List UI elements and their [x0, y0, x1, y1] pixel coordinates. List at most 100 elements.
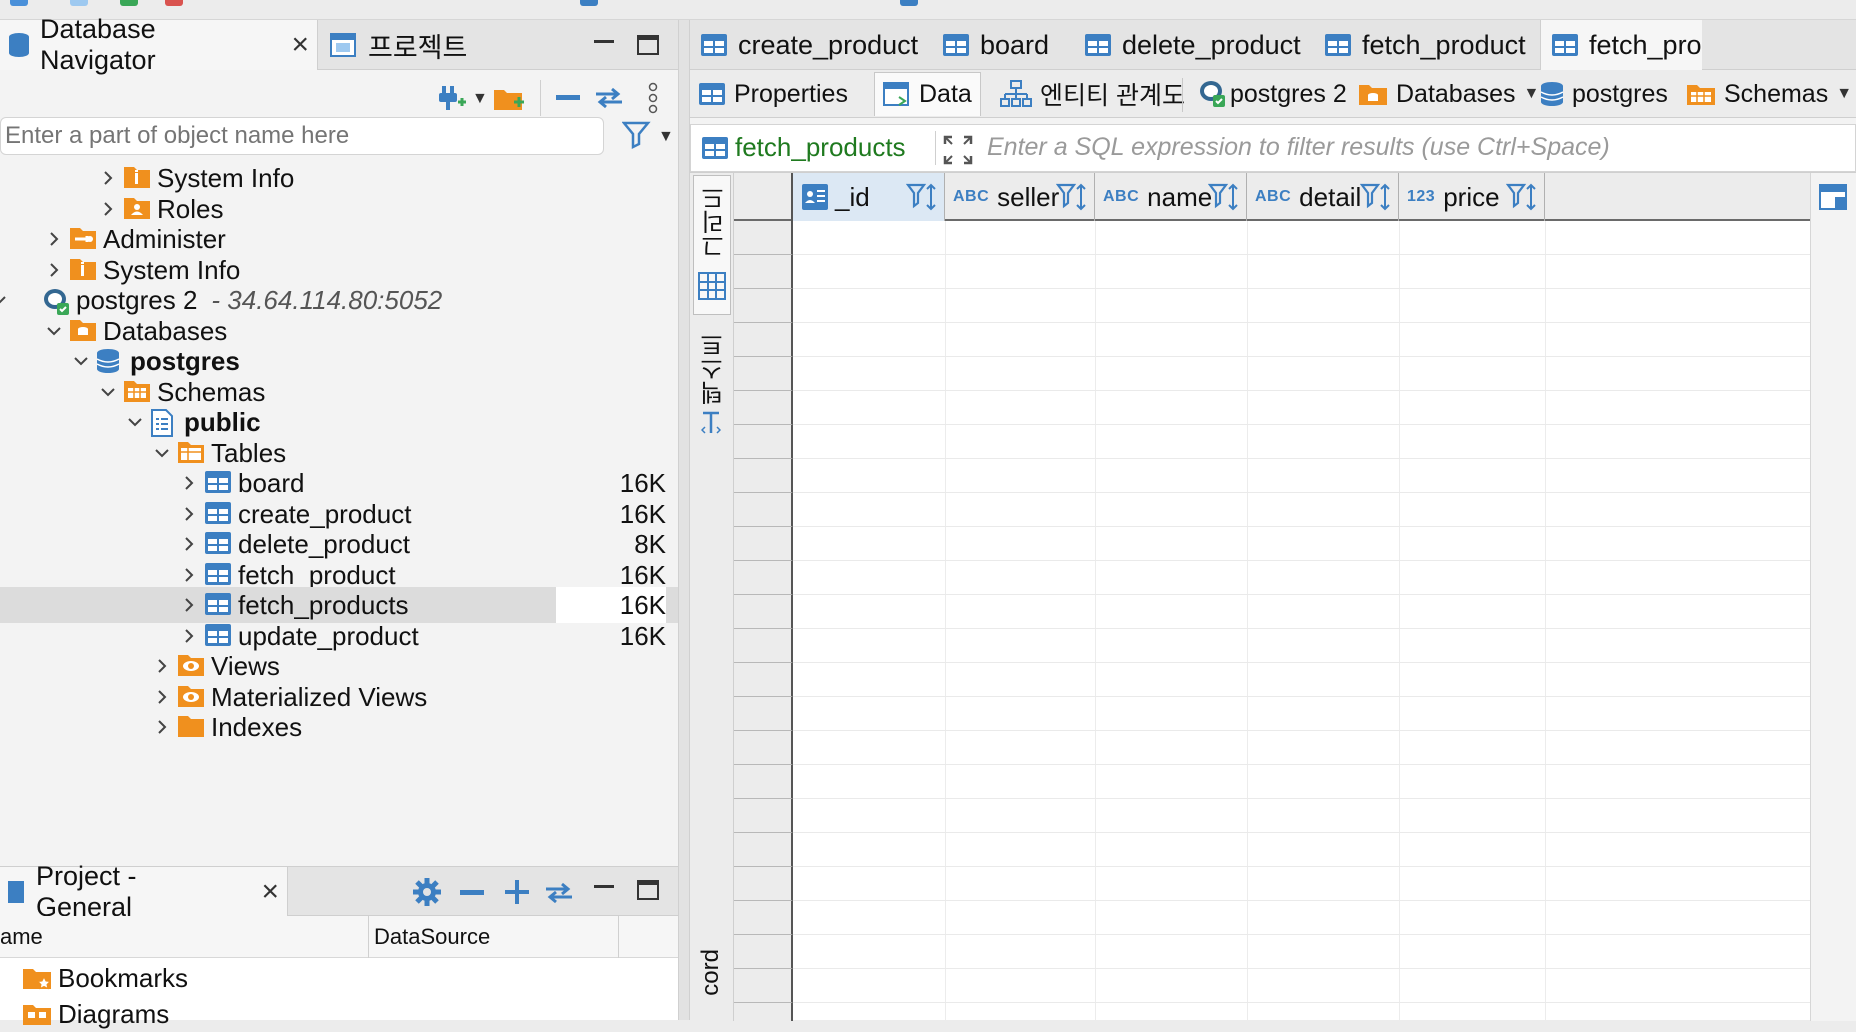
- column-filter-icon[interactable]: [1056, 183, 1088, 211]
- column-header-detail[interactable]: ABC detail: [1247, 173, 1399, 221]
- toolbar-icon[interactable]: [10, 0, 28, 6]
- new-connection-icon[interactable]: [436, 84, 468, 114]
- chevron-right-icon[interactable]: [180, 535, 198, 553]
- add-icon[interactable]: [504, 879, 530, 905]
- chevron-right-icon[interactable]: [180, 505, 198, 523]
- column-filter-icon[interactable]: [1360, 183, 1392, 211]
- chevron-down-icon[interactable]: [99, 383, 117, 401]
- tab-project-general[interactable]: Project - General ×: [0, 861, 288, 922]
- chevron-down-icon[interactable]: ▼: [658, 128, 674, 146]
- chevron-right-icon[interactable]: [99, 169, 117, 187]
- chevron-down-icon[interactable]: [45, 322, 63, 340]
- chevron-right-icon[interactable]: [180, 627, 198, 645]
- connection-selector[interactable]: postgres 2: [1190, 72, 1355, 116]
- editor-tab-fetch-pro[interactable]: fetch_pro: [1540, 20, 1702, 70]
- column-header-id[interactable]: _id: [793, 173, 945, 221]
- chevron-right-icon[interactable]: [153, 688, 171, 706]
- chevron-right-icon[interactable]: [45, 261, 63, 279]
- row-number-cell[interactable]: [734, 255, 793, 289]
- record-view-button[interactable]: cord: [693, 949, 731, 1021]
- link-editor-icon[interactable]: [594, 86, 624, 110]
- column-filter-icon[interactable]: [1506, 183, 1538, 211]
- toolbar-icon[interactable]: [900, 0, 918, 6]
- row-number-cell[interactable]: [734, 867, 793, 901]
- column-filter-icon[interactable]: [1208, 183, 1240, 211]
- row-number-cell[interactable]: [734, 323, 793, 357]
- column-header-price[interactable]: 123 price: [1399, 173, 1545, 221]
- row-number-cell[interactable]: [734, 357, 793, 391]
- chevron-right-icon[interactable]: [153, 657, 171, 675]
- minimize-icon[interactable]: [592, 879, 616, 901]
- row-number-cell[interactable]: [734, 221, 793, 255]
- list-item-diagrams[interactable]: Diagrams: [0, 996, 678, 1032]
- chevron-right-icon[interactable]: [180, 474, 198, 492]
- row-number-cell[interactable]: [734, 935, 793, 969]
- filter-icon[interactable]: [622, 120, 652, 150]
- new-folder-icon[interactable]: [492, 84, 526, 114]
- row-number-cell[interactable]: [734, 1003, 793, 1021]
- maximize-icon[interactable]: [636, 879, 660, 901]
- row-number-cell[interactable]: [734, 391, 793, 425]
- row-number-cell[interactable]: [734, 799, 793, 833]
- collapse-icon[interactable]: [460, 889, 484, 897]
- row-number-cell[interactable]: [734, 595, 793, 629]
- row-number-cell[interactable]: [734, 663, 793, 697]
- toolbar-icon[interactable]: [120, 0, 138, 6]
- tab-projects[interactable]: 프로젝트: [322, 20, 475, 70]
- grid-view-button[interactable]: 그리드: [693, 175, 731, 315]
- toolbar-icon[interactable]: [70, 0, 88, 6]
- tree-node[interactable]: Indexes: [0, 709, 678, 745]
- tab-properties[interactable]: Properties: [690, 72, 856, 116]
- schemas-selector[interactable]: Schemas ▼: [1678, 72, 1856, 116]
- navigator-search-input[interactable]: [0, 117, 604, 155]
- row-number-cell[interactable]: [734, 561, 793, 595]
- row-number-cell[interactable]: [734, 459, 793, 493]
- chevron-right-icon[interactable]: [180, 596, 198, 614]
- close-icon[interactable]: ×: [291, 30, 309, 60]
- column-filter-icon[interactable]: [906, 183, 938, 211]
- more-options-icon[interactable]: [648, 82, 658, 114]
- row-number-cell[interactable]: [734, 425, 793, 459]
- editor-tab-create-product[interactable]: create_product: [690, 20, 918, 70]
- panel-toggle-icon[interactable]: [1819, 183, 1849, 213]
- column-header-name[interactable]: ABC name: [1095, 173, 1247, 221]
- chevron-right-icon[interactable]: [153, 718, 171, 736]
- column-header-name[interactable]: ame: [0, 916, 43, 958]
- row-number-cell[interactable]: [734, 901, 793, 935]
- maximize-icon[interactable]: [636, 34, 660, 56]
- gear-icon[interactable]: [412, 877, 442, 907]
- expand-icon[interactable]: [943, 135, 973, 165]
- close-icon[interactable]: ×: [261, 877, 279, 907]
- row-number-cell[interactable]: [734, 629, 793, 663]
- toolbar-icon[interactable]: [165, 0, 183, 6]
- row-number-cell[interactable]: [734, 731, 793, 765]
- text-view-button[interactable]: 텍스트: [693, 333, 731, 443]
- row-number-header[interactable]: [734, 173, 793, 221]
- editor-tab-board[interactable]: board: [932, 20, 1049, 70]
- row-number-cell[interactable]: [734, 527, 793, 561]
- column-header-seller[interactable]: ABC seller: [945, 173, 1095, 221]
- tab-database-navigator[interactable]: Database Navigator ×: [0, 14, 318, 75]
- minimize-icon[interactable]: [592, 34, 616, 56]
- column-header-datasource[interactable]: DataSource: [374, 916, 490, 958]
- database-selector[interactable]: postgres: [1532, 72, 1676, 116]
- row-number-cell[interactable]: [734, 765, 793, 799]
- link-icon[interactable]: [544, 881, 574, 905]
- databases-selector[interactable]: Databases ▼: [1350, 72, 1547, 116]
- chevron-down-icon[interactable]: [72, 352, 90, 370]
- list-item-bookmarks[interactable]: Bookmarks: [0, 960, 678, 996]
- toolbar-icon[interactable]: [580, 0, 598, 6]
- chevron-down-icon[interactable]: ▼: [472, 90, 488, 108]
- chevron-down-icon[interactable]: [126, 413, 144, 431]
- chevron-right-icon[interactable]: [180, 566, 198, 584]
- row-number-cell[interactable]: [734, 289, 793, 323]
- chevron-down-icon[interactable]: [153, 444, 171, 462]
- collapse-all-icon[interactable]: [556, 94, 580, 102]
- editor-tab-delete-product[interactable]: delete_product: [1074, 20, 1301, 70]
- chevron-right-icon[interactable]: [99, 200, 117, 218]
- chevron-down-icon[interactable]: [0, 291, 8, 309]
- panel-splitter[interactable]: [678, 20, 690, 1020]
- tab-er-diagram[interactable]: 엔티티 관계도: [992, 72, 1193, 116]
- row-number-cell[interactable]: [734, 833, 793, 867]
- chevron-right-icon[interactable]: [45, 230, 63, 248]
